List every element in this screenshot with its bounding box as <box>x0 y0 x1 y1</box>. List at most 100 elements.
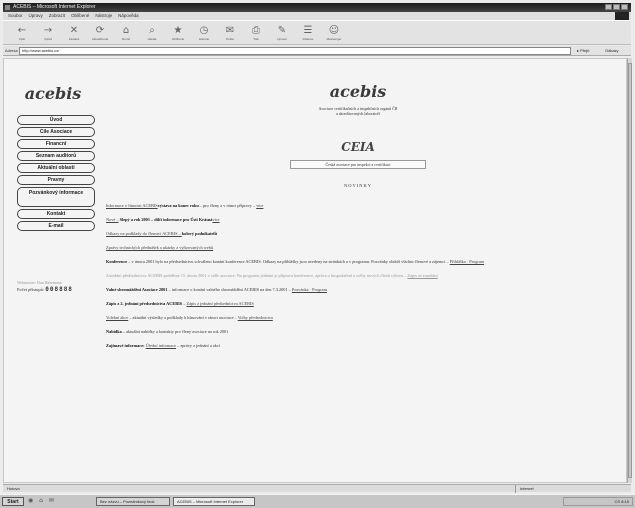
news-item: Informace o činnosti ACEBISvýstava na ko… <box>106 203 604 209</box>
refresh-icon: ⟳ <box>95 24 105 36</box>
toolbar-button-10[interactable]: ✎ Upravit <box>269 21 295 44</box>
menu-file[interactable]: Soubor <box>8 12 23 20</box>
news-lead-link[interactable]: Volební akce <box>106 315 128 320</box>
news-link[interactable]: více <box>212 217 219 222</box>
sidebar-logo[interactable]: acebis <box>16 80 90 106</box>
toolbar-button-0[interactable]: ← Zpět <box>9 21 35 44</box>
start-button[interactable]: Start <box>2 497 24 506</box>
nav-uvod[interactable]: Úvod <box>17 115 95 125</box>
nav-kontakt[interactable]: Kontakt <box>17 209 95 219</box>
ceia-logo[interactable]: CEIA <box>333 138 383 156</box>
news-headline: výstava na konec roku <box>157 203 199 208</box>
toolbar-button-label: Diskuse <box>302 36 314 41</box>
go-button[interactable]: ▸ Přejít <box>577 47 601 55</box>
scrollbar-thumb[interactable] <box>628 63 632 478</box>
browser-brand-logo: IE <box>615 12 629 20</box>
menu-help[interactable]: Nápověda <box>118 12 139 20</box>
ie-window-icon <box>5 5 10 10</box>
status-zone: Internet <box>515 485 534 493</box>
news-link[interactable]: Úřední informace <box>146 343 176 348</box>
news-heading: NOVINKY <box>344 183 372 188</box>
news-headline: Zápis z 2. jednání předsednictva ACEBIS <box>106 301 183 306</box>
window-titlebar[interactable]: ACEBIS – Microsoft Internet Explorer <box>3 3 631 12</box>
toolbar-button-9[interactable]: ⎙ Tisk <box>243 21 269 44</box>
news-item: Konference – v únoru 2001 bylo na předse… <box>106 259 604 265</box>
news-lead-link[interactable]: Zprávy technických přednášek a ukázky z … <box>106 245 213 250</box>
news-link[interactable]: více <box>256 203 263 208</box>
nav-pozvanky[interactable]: Pozvánkový informace <box>17 187 95 207</box>
news-text: – aktuální výsledky a podklady k hlasová… <box>128 315 238 320</box>
toolbar-button-label: Hledat <box>147 36 157 41</box>
menu-tools[interactable]: Nástroje <box>95 12 112 20</box>
visit-counter: Počet přístupů: 008888 <box>17 286 73 293</box>
quick-launch-icons[interactable]: ◉ ⌂ ✉ <box>28 497 56 504</box>
vertical-scrollbar[interactable] <box>627 58 632 483</box>
toolbar-button-6[interactable]: ★ Oblíbené <box>165 21 191 44</box>
nav-cile[interactable]: Cíle Asociace <box>17 127 95 137</box>
news-item: Nabídka – aktuální nabídky a kontakty pr… <box>106 329 604 335</box>
menu-edit[interactable]: Úpravy <box>29 12 43 20</box>
nav-pravny[interactable]: Pravny <box>17 175 95 185</box>
toolbar-button-label: Tisk <box>253 36 259 41</box>
edit-icon: ✎ <box>277 24 287 36</box>
menu-view[interactable]: Zobrazit <box>49 12 65 20</box>
search-icon: ⌕ <box>149 24 155 36</box>
news-text: Zasedání předsednictva ACEBIS proběhne 1… <box>106 273 408 278</box>
toolbar-button-4[interactable]: ⌂ Domů <box>113 21 139 44</box>
news-link[interactable]: Zápis ze zasedání <box>407 273 437 278</box>
news-headline: Slepý a rok 2001 – dílčí informace pro Ú… <box>118 217 213 222</box>
maximize-button[interactable] <box>613 4 620 10</box>
news-item: Zprávy technických přednášek a ukázky z … <box>106 245 604 251</box>
sidebar-nav: Úvod Cíle Asociace Financní Seznam audit… <box>17 115 95 233</box>
news-headline: Valné shromáždění Asociace 2001 <box>106 287 168 292</box>
nav-financni[interactable]: Financní <box>17 139 95 149</box>
toolbar-button-12[interactable]: ☺ Messenger <box>321 21 347 44</box>
news-lead-link[interactable]: Informace o činnosti ACEBIS <box>106 203 158 208</box>
header-logo: acebis <box>329 82 387 101</box>
address-bar: Adresa http://www.acebis.cz/ ▸ Přejít Od… <box>3 46 631 56</box>
taskbar-item-browser[interactable]: ACEBIS – Microsoft Internet Explorer <box>173 497 255 506</box>
news-text: – pro členy a v rámci přípravy – <box>198 203 257 208</box>
news-link[interactable]: Pozvánka · Program <box>292 287 327 292</box>
news-lead-link[interactable]: Nové – <box>106 217 119 222</box>
news-item: Zajímavé informace: Úřední informace – z… <box>106 343 604 349</box>
toolbar-button-1[interactable]: → Vpřed <box>35 21 61 44</box>
toolbar: ← Zpět → Vpřed ✕ Zastavit ⟳ Aktualizovat ⌂ Domů ⌕ H… <box>3 20 631 45</box>
toolbar-button-11[interactable]: ☰ Diskuse <box>295 21 321 44</box>
discuss-icon: ☰ <box>303 24 313 36</box>
address-label: Adresa <box>5 48 18 53</box>
address-input[interactable]: http://www.acebis.cz/ <box>19 47 571 55</box>
news-link[interactable]: Zápis z jednání předsednictva ACEBIS <box>186 301 253 306</box>
toolbar-button-label: Oblíbené <box>171 36 185 41</box>
menu-favorites[interactable]: Oblíbené <box>71 12 89 20</box>
ceia-caption: Česká asociace pro inspekci a certifikac… <box>290 160 426 169</box>
news-text: – v únoru 2001 bylo na předsednictvu sch… <box>127 259 450 264</box>
close-button[interactable] <box>621 4 628 10</box>
links-button[interactable]: Odkazy <box>605 47 619 55</box>
system-tray-clock: CS 8:15 <box>563 497 633 506</box>
stop-icon: ✕ <box>69 24 79 36</box>
back-arrow-icon: ← <box>17 24 27 36</box>
taskbar-item-notepad[interactable]: Bez názvu – Poznámkový blok <box>96 497 170 506</box>
favorites-icon: ★ <box>173 24 183 36</box>
toolbar-button-label: Zpět <box>18 36 25 41</box>
go-label: Přejít <box>580 48 590 53</box>
nav-email[interactable]: E-mail <box>17 221 95 231</box>
news-link[interactable]: Přihláška · Program <box>450 259 484 264</box>
toolbar-button-5[interactable]: ⌕ Hledat <box>139 21 165 44</box>
news-link[interactable]: Volby předsednictva <box>238 315 273 320</box>
news-lead-link[interactable]: Odkazy na podklady do členství ACEBIS – <box>106 231 182 236</box>
news-text: – aktuální nabídky a kontakty pro členy … <box>121 329 229 334</box>
news-headline: kolový podnikatelů <box>181 231 218 236</box>
minimize-button[interactable] <box>605 4 612 10</box>
toolbar-button-7[interactable]: ◷ Historie <box>191 21 217 44</box>
window-title: ACEBIS – Microsoft Internet Explorer <box>13 4 96 10</box>
toolbar-button-8[interactable]: ✉ Pošta <box>217 21 243 44</box>
toolbar-button-label: Historie <box>198 36 210 41</box>
nav-seznam[interactable]: Seznam auditorů <box>17 151 95 161</box>
nav-aktualni[interactable]: Aktuální oblasti <box>17 163 95 173</box>
toolbar-button-3[interactable]: ⟳ Aktualizovat <box>87 21 113 44</box>
webmaster-link[interactable]: Webmaster: Dan Haltrmann <box>17 280 62 285</box>
news-item: Valné shromáždění Asociace 2001 – inform… <box>106 287 604 293</box>
toolbar-button-2[interactable]: ✕ Zastavit <box>61 21 87 44</box>
